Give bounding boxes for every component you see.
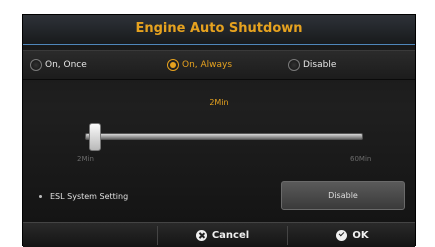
radio-on-always[interactable]: On, Always — [167, 57, 232, 73]
esl-disable-button[interactable]: Disable — [281, 181, 405, 210]
radio-disable-label: Disable — [303, 60, 337, 70]
radio-unselected-icon — [30, 59, 42, 71]
radio-on-once[interactable]: On, Once — [30, 57, 87, 73]
radio-on-always-label: On, Always — [182, 60, 233, 70]
check-icon — [336, 229, 348, 241]
bullet-icon — [39, 194, 42, 198]
dialog-title: Engine Auto Shutdown — [135, 21, 303, 36]
dialog-button-bar: Cancel OK — [23, 222, 415, 247]
shutdown-time-slider-track[interactable] — [85, 133, 363, 140]
mode-radio-group: On, Once On, Always Disable — [23, 50, 415, 80]
radio-selected-icon — [167, 59, 179, 71]
radio-on-once-label: On, Once — [45, 60, 87, 70]
cancel-button-label: Cancel — [211, 229, 250, 241]
slider-min-label: 2Min — [77, 155, 94, 163]
slider-current-value: 2Min — [209, 98, 229, 107]
cancel-button[interactable]: Cancel — [158, 223, 287, 247]
esl-setting-label: ESL System Setting — [50, 191, 129, 201]
engine-auto-shutdown-dialog: Engine Auto Shutdown On, Once On, Always… — [22, 14, 416, 247]
radio-disable[interactable]: Disable — [288, 57, 336, 73]
dialog-title-bar: Engine Auto Shutdown — [23, 15, 415, 45]
shutdown-time-slider-thumb[interactable] — [89, 123, 101, 151]
radio-unselected-icon — [288, 59, 300, 71]
ok-button[interactable]: OK — [288, 223, 417, 247]
ok-button-label: OK — [352, 229, 369, 241]
slider-max-label: 60Min — [350, 155, 372, 163]
esl-setting-row: ESL System Setting — [39, 189, 128, 203]
close-icon — [195, 229, 207, 241]
